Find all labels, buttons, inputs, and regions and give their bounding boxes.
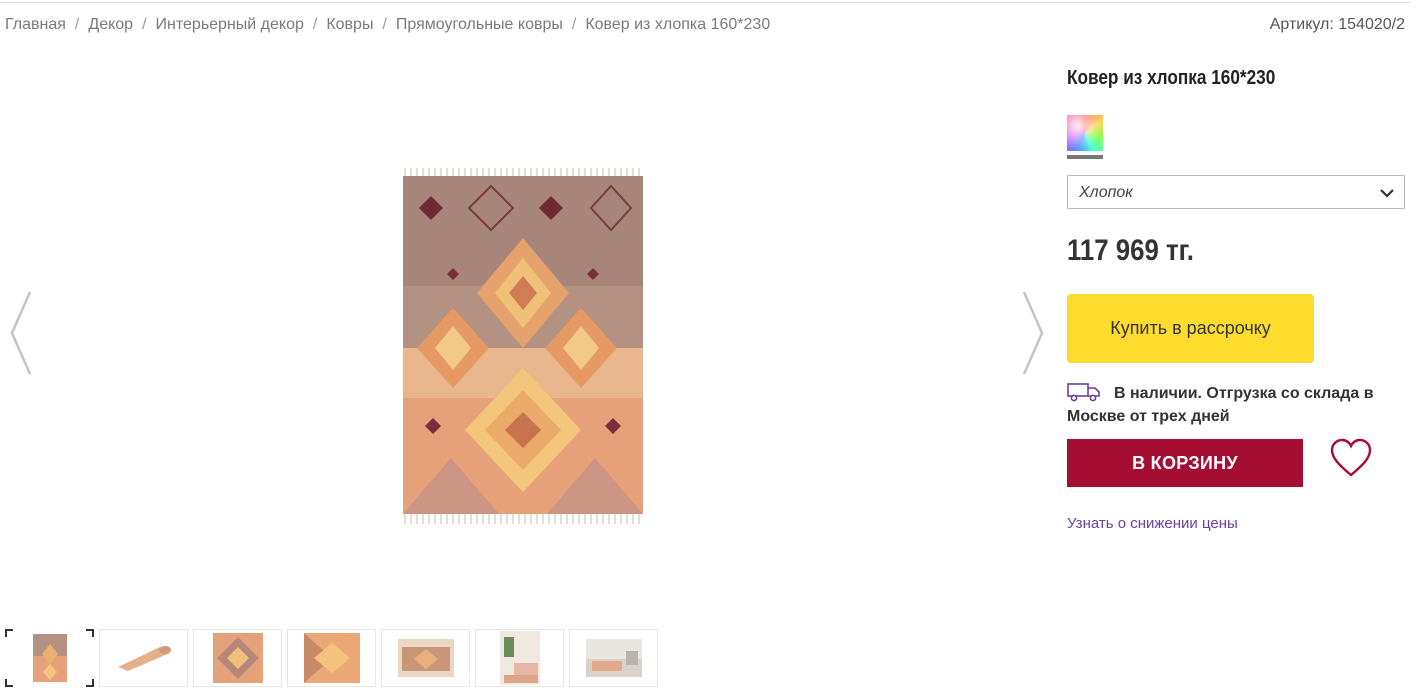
price-drop-alert-link[interactable]: Узнать о снижении цены	[1067, 515, 1238, 532]
buy-installment-button[interactable]: Купить в рассрочку	[1067, 294, 1314, 363]
thumbnail-4[interactable]	[287, 629, 376, 687]
thumbnail-selected-corner	[86, 629, 94, 637]
breadcrumb-decor[interactable]: Декор	[88, 16, 133, 33]
product-main-image[interactable]	[401, 168, 645, 524]
breadcrumb-rugs[interactable]: Ковры	[326, 16, 373, 33]
breadcrumb-separator: /	[142, 16, 147, 33]
breadcrumb-interior-decor[interactable]: Интерьерный декор	[156, 16, 304, 33]
thumbnail-strip	[5, 629, 658, 687]
thumbnail-3[interactable]	[193, 629, 282, 687]
stock-status: В наличии. Отгрузка со склада в Москве о…	[1067, 385, 1374, 425]
heart-icon[interactable]	[1329, 437, 1373, 479]
thumbnail-selected-corner	[5, 629, 13, 637]
swatch-selected-indicator	[1067, 155, 1103, 159]
top-divider	[0, 2, 1410, 3]
product-sku: Артикул: 154020/2	[1269, 16, 1405, 33]
chevron-right-icon[interactable]	[1018, 290, 1046, 376]
color-swatch-multicolor[interactable]	[1067, 115, 1103, 151]
breadcrumb-separator: /	[571, 16, 577, 33]
product-title: Ковер из хлопка 160*230	[1067, 67, 1276, 89]
thumbnail-selected-corner	[5, 679, 13, 687]
thumbnail-6[interactable]	[475, 629, 564, 687]
breadcrumb-separator: /	[74, 16, 80, 33]
material-select-value: Хлопок	[1079, 184, 1133, 201]
breadcrumb: Главная / Декор / Интерьерный декор / Ковры / Пр…	[5, 16, 770, 34]
chevron-left-icon[interactable]	[8, 290, 36, 376]
breadcrumb-separator: /	[312, 16, 318, 33]
thumbnail-selected-corner	[86, 679, 94, 687]
thumbnail-5[interactable]	[381, 629, 470, 687]
breadcrumb-current: Ковер из хлопка 160*230	[585, 16, 771, 33]
chevron-down-icon	[1380, 189, 1394, 198]
breadcrumb-home[interactable]: Главная	[5, 16, 66, 33]
breadcrumb-rectangular-rugs[interactable]: Прямоугольные ковры	[396, 16, 563, 33]
breadcrumb-separator: /	[382, 16, 387, 33]
product-price: 117 969 тг.	[1067, 234, 1194, 267]
thumbnail-2[interactable]	[99, 629, 188, 687]
thumbnail-7[interactable]	[569, 629, 658, 687]
add-to-cart-button[interactable]: В КОРЗИНУ	[1067, 439, 1303, 487]
material-select[interactable]: Хлопок	[1067, 175, 1405, 209]
thumbnail-1[interactable]	[5, 629, 94, 687]
